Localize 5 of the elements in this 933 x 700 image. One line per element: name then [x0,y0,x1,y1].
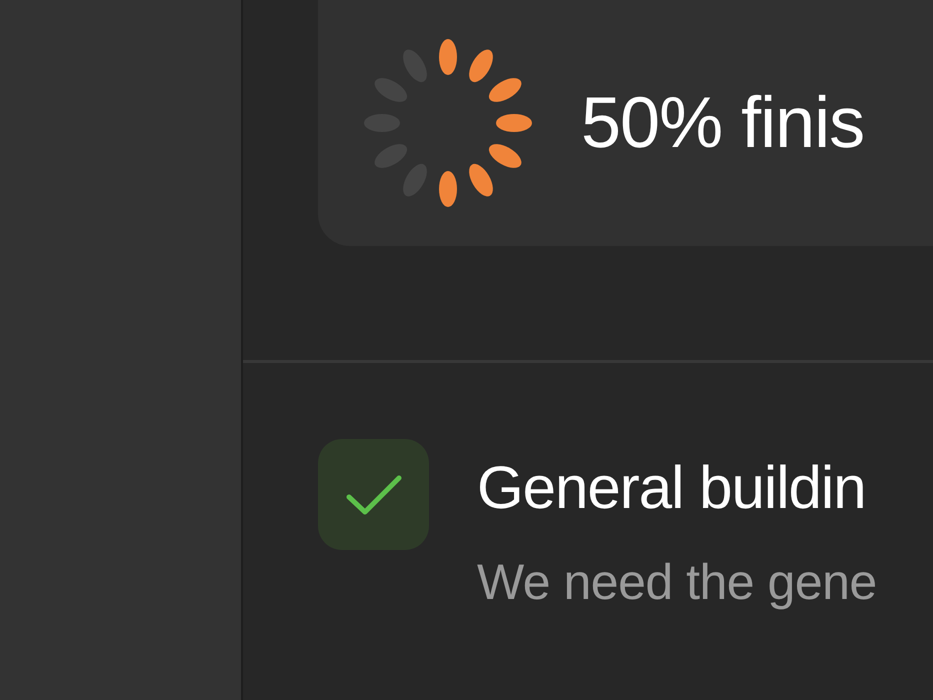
task-description: We need the gene [477,553,877,612]
progress-label: 50% finis [581,82,864,165]
task-title: General buildin [477,455,867,521]
checkmark-icon [344,472,402,516]
task-checkbox[interactable] [318,439,429,550]
